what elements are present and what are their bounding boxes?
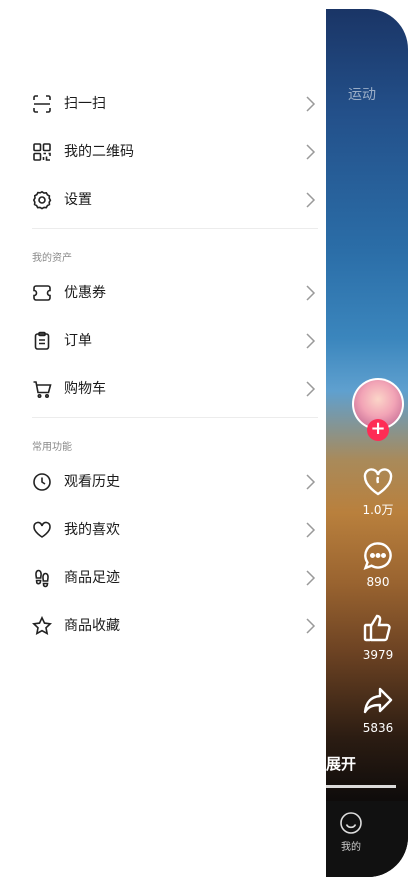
- comment-icon: [363, 542, 392, 571]
- tab-me[interactable]: 我的: [338, 811, 364, 853]
- menu-item-label: 商品收藏: [64, 618, 120, 634]
- share-button[interactable]: 5836: [356, 685, 400, 735]
- section-title-common: 常用功能: [32, 442, 72, 453]
- menu-item-watch-history[interactable]: 观看历史: [0, 458, 326, 506]
- scan-icon: [33, 95, 51, 113]
- menu-item-label: 我的喜欢: [64, 522, 120, 538]
- clipboard-icon: [34, 331, 50, 350]
- section-title-assets: 我的资产: [32, 253, 72, 264]
- gear-icon: [32, 190, 52, 210]
- follow-button[interactable]: +: [367, 419, 389, 441]
- menu-item-product-favorites[interactable]: 商品收藏: [0, 602, 326, 650]
- video-top-tab[interactable]: 运动: [348, 84, 376, 104]
- menu-item-label: 商品足迹: [64, 570, 120, 586]
- chevron-right-icon: [306, 522, 316, 538]
- menu-item-product-footprint[interactable]: 商品足迹: [0, 554, 326, 602]
- footprint-icon: [35, 569, 49, 588]
- share-count: 5836: [362, 721, 394, 735]
- menu-item-settings[interactable]: 设置: [0, 176, 326, 224]
- chevron-right-icon: [306, 618, 316, 634]
- chevron-right-icon: [306, 570, 316, 586]
- chevron-right-icon: [306, 285, 316, 301]
- video-preview-peek[interactable]: 运动 + 1.0万 890 3979 5836 展开 我的: [326, 9, 408, 877]
- comment-button[interactable]: 890: [356, 541, 400, 589]
- menu-item-label: 设置: [64, 192, 92, 208]
- coupon-icon: [33, 285, 51, 301]
- menu-item-label: 优惠券: [64, 285, 106, 301]
- menu-item-label: 我的二维码: [64, 144, 134, 160]
- chevron-right-icon: [306, 144, 316, 160]
- menu-item-my-likes[interactable]: 我的喜欢: [0, 506, 326, 554]
- share-icon: [363, 687, 393, 714]
- cart-icon: [33, 381, 52, 399]
- heart-icon: [363, 468, 393, 496]
- divider: [32, 417, 318, 418]
- menu-item-label: 扫一扫: [64, 96, 106, 112]
- like-count: 1.0万: [362, 503, 394, 517]
- divider: [32, 228, 318, 229]
- smile-icon: [340, 812, 362, 834]
- menu-item-coupons[interactable]: 优惠券: [0, 269, 326, 317]
- clock-icon: [33, 473, 51, 491]
- star-icon: [32, 616, 52, 636]
- menu-item-label: 订单: [64, 333, 92, 349]
- tab-label: 我的: [341, 842, 361, 853]
- like-button[interactable]: 1.0万: [356, 467, 400, 518]
- menu-item-label: 购物车: [64, 381, 106, 397]
- bottom-nav: 我的: [326, 801, 408, 877]
- menu-item-qr-code[interactable]: 我的二维码: [0, 128, 326, 176]
- thumbs-up-button[interactable]: 3979: [356, 612, 400, 662]
- heart-icon: [33, 521, 51, 538]
- video-progress-bar[interactable]: [326, 785, 396, 788]
- chevron-right-icon: [306, 333, 316, 349]
- chevron-right-icon: [306, 381, 316, 397]
- expand-caption-button[interactable]: 展开: [326, 753, 356, 774]
- chevron-right-icon: [306, 96, 316, 112]
- thumbs-up-icon: [363, 614, 391, 642]
- chevron-right-icon: [306, 192, 316, 208]
- side-drawer: 扫一扫 我的二维码 设置 我的资产 优惠券 订单 购物车 常用功能 观看历史 我…: [0, 0, 326, 886]
- qr-code-icon: [33, 143, 51, 161]
- menu-item-cart[interactable]: 购物车: [0, 365, 326, 413]
- thumbs-count: 3979: [362, 648, 394, 662]
- chevron-right-icon: [306, 474, 316, 490]
- menu-item-label: 观看历史: [64, 474, 120, 490]
- menu-item-scan[interactable]: 扫一扫: [0, 80, 326, 128]
- menu-item-orders[interactable]: 订单: [0, 317, 326, 365]
- comment-count: 890: [366, 575, 390, 589]
